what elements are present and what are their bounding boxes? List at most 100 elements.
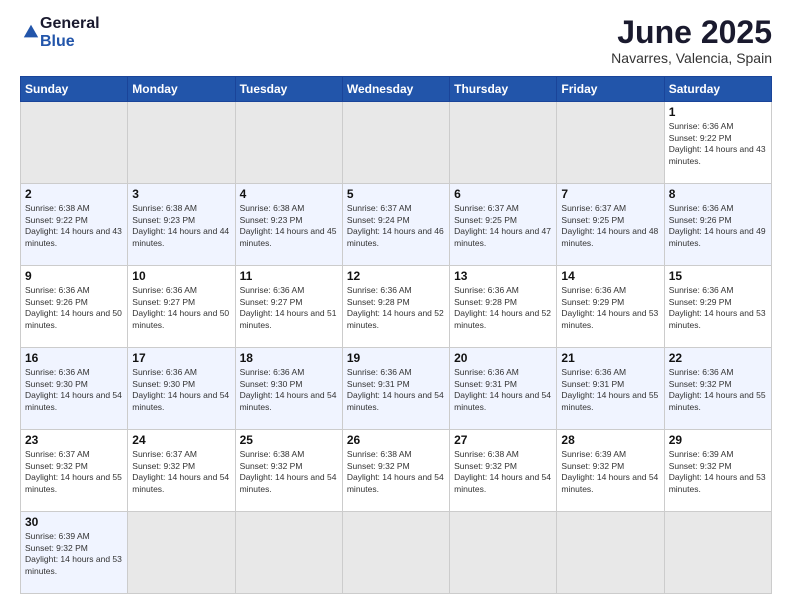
page: General Blue June 2025 Navarres, Valenci… xyxy=(0,0,792,612)
calendar-cell xyxy=(450,102,557,184)
header-day: Wednesday xyxy=(342,77,449,102)
calendar-cell: 1Sunrise: 6:36 AMSunset: 9:22 PMDaylight… xyxy=(664,102,771,184)
day-number: 11 xyxy=(240,269,338,283)
calendar-cell: 21 Sunrise: 6:36 AMSunset: 9:31 PMDayligh… xyxy=(557,348,664,430)
calendar-cell: 30Sunrise: 6:39 AMSunset: 9:32 PMDayligh… xyxy=(21,512,128,594)
day-number: 25 xyxy=(240,433,338,447)
logo-general: General xyxy=(40,15,100,33)
header-row: SundayMondayTuesdayWednesdayThursdayFrid… xyxy=(21,77,772,102)
cell-content: Sunrise: 6:36 AMSunset: 9:30 PMDaylight:… xyxy=(240,367,337,411)
day-number: 7 xyxy=(561,187,659,201)
day-number: 29 xyxy=(669,433,767,447)
cell-content: Sunrise: 6:36 AMSunset: 9:22 PMDaylight:… xyxy=(669,121,766,165)
calendar-cell: 5 Sunrise: 6:37 AMSunset: 9:24 PMDaylight… xyxy=(342,184,449,266)
calendar-cell: 2 Sunrise: 6:38 AMSunset: 9:22 PMDaylight… xyxy=(21,184,128,266)
day-number: 23 xyxy=(25,433,123,447)
calendar-cell: 26 Sunrise: 6:38 AMSunset: 9:32 PMDayligh… xyxy=(342,430,449,512)
header-day: Monday xyxy=(128,77,235,102)
logo-text: General Blue xyxy=(40,15,100,50)
calendar-cell: 10Sunrise: 6:36 AMSunset: 9:27 PMDayligh… xyxy=(128,266,235,348)
day-number: 16 xyxy=(25,351,123,365)
logo-icon xyxy=(22,23,40,41)
calendar-cell: 11Sunrise: 6:36 AMSunset: 9:27 PMDayligh… xyxy=(235,266,342,348)
calendar-cell xyxy=(21,102,128,184)
day-number: 8 xyxy=(669,187,767,201)
cell-content: Sunrise: 6:38 AMSunset: 9:32 PMDaylight:… xyxy=(454,449,551,493)
day-number: 4 xyxy=(240,187,338,201)
calendar-cell: 15Sunrise: 6:36 AMSunset: 9:29 PMDayligh… xyxy=(664,266,771,348)
calendar-cell: 3 Sunrise: 6:38 AMSunset: 9:23 PMDaylight… xyxy=(128,184,235,266)
cell-content: Sunrise: 6:38 AMSunset: 9:32 PMDaylight:… xyxy=(347,449,444,493)
calendar-cell xyxy=(235,102,342,184)
calendar-cell xyxy=(557,102,664,184)
calendar-cell: 24 Sunrise: 6:37 AMSunset: 9:32 PMDayligh… xyxy=(128,430,235,512)
cell-content: Sunrise: 6:36 AMSunset: 9:31 PMDaylight:… xyxy=(454,367,551,411)
day-number: 26 xyxy=(347,433,445,447)
cell-content: Sunrise: 6:37 AMSunset: 9:25 PMDaylight:… xyxy=(454,203,551,247)
calendar-cell: 18 Sunrise: 6:36 AMSunset: 9:30 PMDayligh… xyxy=(235,348,342,430)
cell-content: Sunrise: 6:36 AMSunset: 9:26 PMDaylight:… xyxy=(669,203,766,247)
day-number: 28 xyxy=(561,433,659,447)
cell-content: Sunrise: 6:38 AMSunset: 9:23 PMDaylight:… xyxy=(132,203,229,247)
cell-content: Sunrise: 6:36 AMSunset: 9:28 PMDaylight:… xyxy=(347,285,444,329)
cell-content: Sunrise: 6:37 AMSunset: 9:24 PMDaylight:… xyxy=(347,203,444,247)
day-number: 17 xyxy=(132,351,230,365)
calendar-cell: 19Sunrise: 6:36 AMSunset: 9:31 PMDayligh… xyxy=(342,348,449,430)
day-number: 20 xyxy=(454,351,552,365)
cell-content: Sunrise: 6:37 AMSunset: 9:32 PMDaylight:… xyxy=(25,449,122,493)
cell-content: Sunrise: 6:36 AMSunset: 9:28 PMDaylight:… xyxy=(454,285,551,329)
calendar-cell xyxy=(235,512,342,594)
calendar-cell: 29 Sunrise: 6:39 AMSunset: 9:32 PMDayligh… xyxy=(664,430,771,512)
day-number: 2 xyxy=(25,187,123,201)
calendar-cell: 25 Sunrise: 6:38 AMSunset: 9:32 PMDayligh… xyxy=(235,430,342,512)
header-day: Friday xyxy=(557,77,664,102)
calendar-cell: 22 Sunrise: 6:36 AMSunset: 9:32 PMDayligh… xyxy=(664,348,771,430)
day-number: 24 xyxy=(132,433,230,447)
logo: General Blue xyxy=(20,15,100,50)
cell-content: Sunrise: 6:36 AMSunset: 9:32 PMDaylight:… xyxy=(669,367,766,411)
calendar-cell xyxy=(664,512,771,594)
calendar-cell: 16 Sunrise: 6:36 AMSunset: 9:30 PMDayligh… xyxy=(21,348,128,430)
day-number: 6 xyxy=(454,187,552,201)
cell-content: Sunrise: 6:39 AMSunset: 9:32 PMDaylight:… xyxy=(561,449,658,493)
day-number: 9 xyxy=(25,269,123,283)
cell-content: Sunrise: 6:36 AMSunset: 9:27 PMDaylight:… xyxy=(132,285,229,329)
calendar-cell: 17Sunrise: 6:36 AMSunset: 9:30 PMDayligh… xyxy=(128,348,235,430)
header-day: Thursday xyxy=(450,77,557,102)
day-number: 22 xyxy=(669,351,767,365)
cell-content: Sunrise: 6:39 AMSunset: 9:32 PMDaylight:… xyxy=(669,449,766,493)
calendar-cell: 20 Sunrise: 6:36 AMSunset: 9:31 PMDayligh… xyxy=(450,348,557,430)
day-number: 27 xyxy=(454,433,552,447)
cell-content: Sunrise: 6:36 AMSunset: 9:31 PMDaylight:… xyxy=(561,367,658,411)
calendar-cell xyxy=(450,512,557,594)
day-number: 12 xyxy=(347,269,445,283)
calendar-cell: 7Sunrise: 6:37 AMSunset: 9:25 PMDaylight… xyxy=(557,184,664,266)
day-number: 14 xyxy=(561,269,659,283)
cell-content: Sunrise: 6:36 AMSunset: 9:30 PMDaylight:… xyxy=(25,367,122,411)
calendar-cell xyxy=(557,512,664,594)
calendar-cell: 28 Sunrise: 6:39 AMSunset: 9:32 PMDayligh… xyxy=(557,430,664,512)
calendar-cell xyxy=(342,102,449,184)
cell-content: Sunrise: 6:38 AMSunset: 9:23 PMDaylight:… xyxy=(240,203,337,247)
cell-content: Sunrise: 6:36 AMSunset: 9:26 PMDaylight:… xyxy=(25,285,122,329)
cell-content: Sunrise: 6:38 AMSunset: 9:32 PMDaylight:… xyxy=(240,449,337,493)
cell-content: Sunrise: 6:36 AMSunset: 9:31 PMDaylight:… xyxy=(347,367,444,411)
calendar-cell: 13Sunrise: 6:36 AMSunset: 9:28 PMDayligh… xyxy=(450,266,557,348)
day-number: 21 xyxy=(561,351,659,365)
calendar-cell: 6 Sunrise: 6:37 AMSunset: 9:25 PMDaylight… xyxy=(450,184,557,266)
day-number: 5 xyxy=(347,187,445,201)
calendar-cell: 23 Sunrise: 6:37 AMSunset: 9:32 PMDayligh… xyxy=(21,430,128,512)
cell-content: Sunrise: 6:39 AMSunset: 9:32 PMDaylight:… xyxy=(25,531,122,575)
calendar-cell: 4 Sunrise: 6:38 AMSunset: 9:23 PMDaylight… xyxy=(235,184,342,266)
calendar-cell: 12 Sunrise: 6:36 AMSunset: 9:28 PMDayligh… xyxy=(342,266,449,348)
cell-content: Sunrise: 6:36 AMSunset: 9:29 PMDaylight:… xyxy=(669,285,766,329)
cell-content: Sunrise: 6:37 AMSunset: 9:32 PMDaylight:… xyxy=(132,449,229,493)
header-day: Tuesday xyxy=(235,77,342,102)
day-number: 3 xyxy=(132,187,230,201)
month-title: June 2025 xyxy=(611,15,772,50)
header-day: Sunday xyxy=(21,77,128,102)
location: Navarres, Valencia, Spain xyxy=(611,50,772,66)
cell-content: Sunrise: 6:38 AMSunset: 9:22 PMDaylight:… xyxy=(25,203,122,247)
day-number: 18 xyxy=(240,351,338,365)
calendar-cell: 27 Sunrise: 6:38 AMSunset: 9:32 PMDayligh… xyxy=(450,430,557,512)
